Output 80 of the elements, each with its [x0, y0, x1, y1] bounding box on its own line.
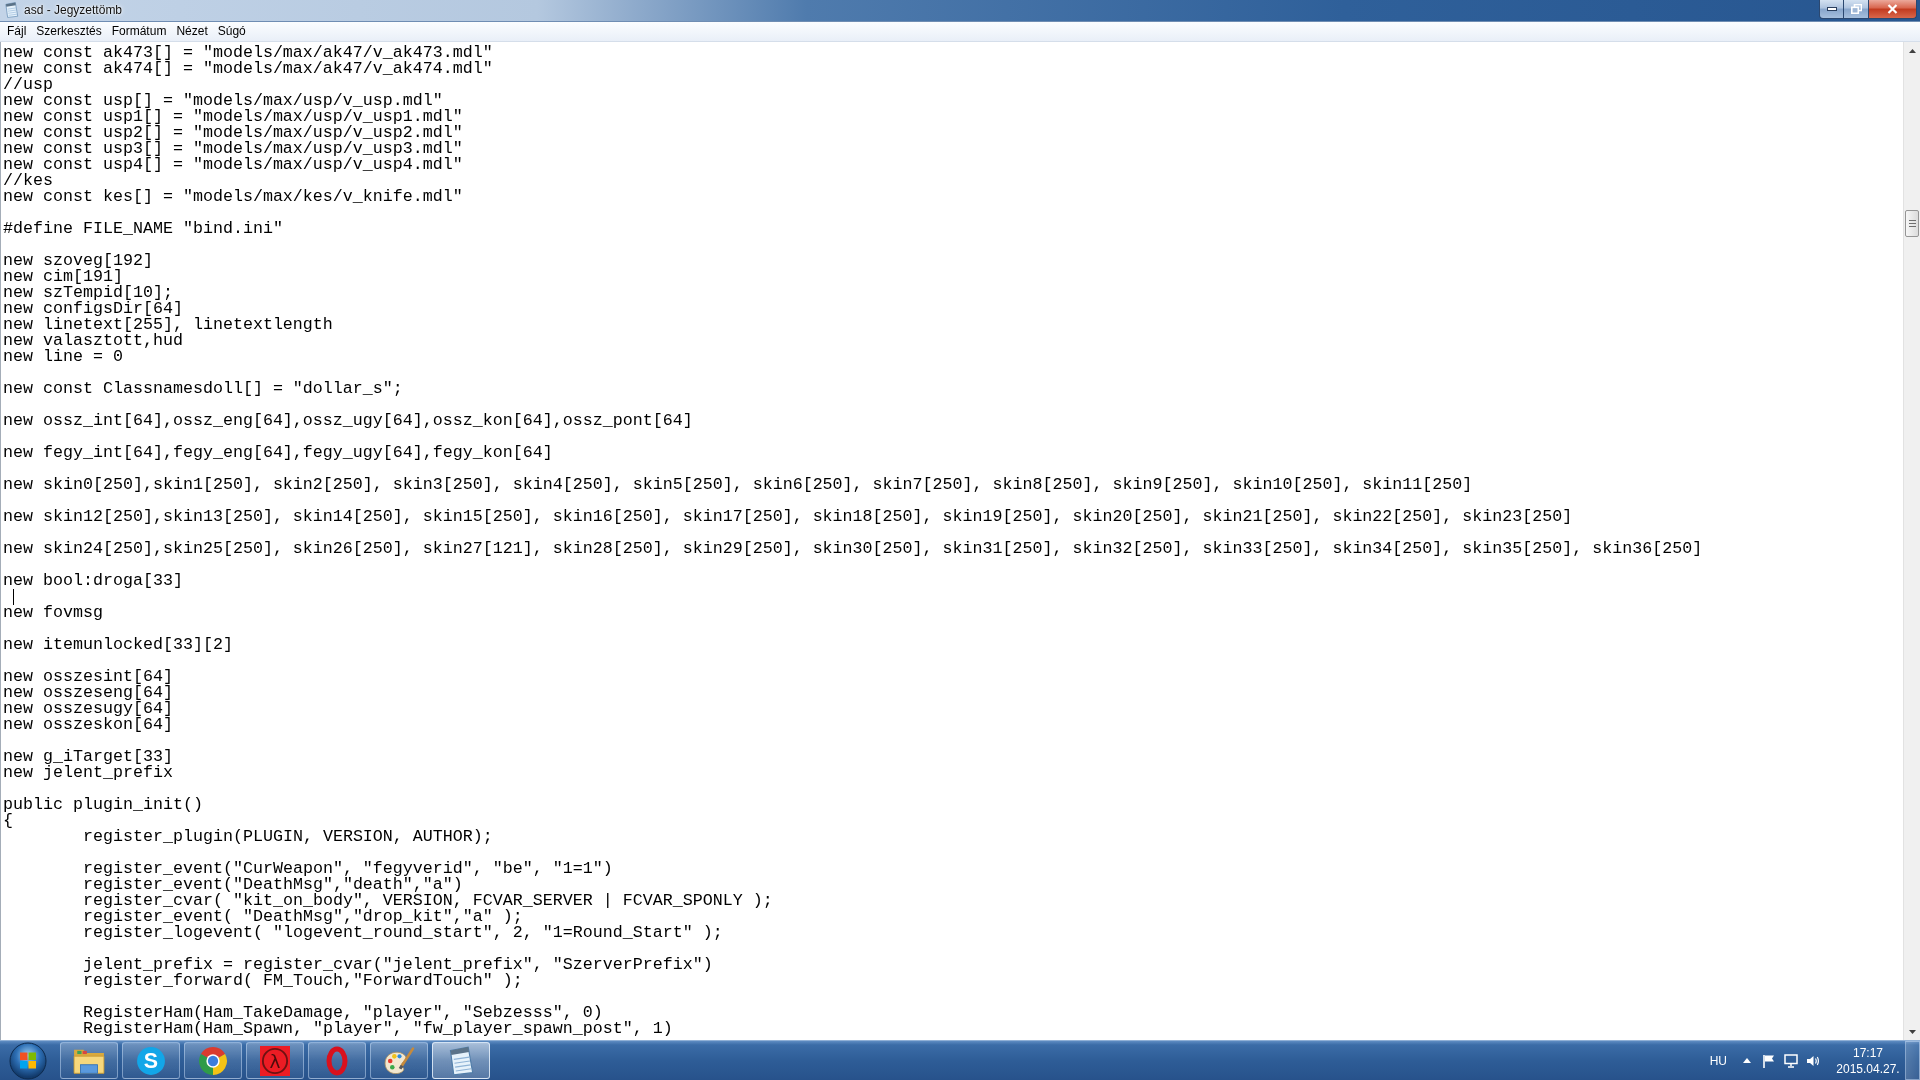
down-arrow-icon	[1908, 1029, 1916, 1034]
code-line: new valasztott,hud	[3, 333, 183, 349]
code-line: register_forward( FM_Touch,"ForwardTouch" );	[83, 973, 523, 989]
code-line: register_event("DeathMsg","death","a")	[83, 877, 463, 893]
code-line: new const usp2[] = "models/max/usp/v_usp2.mdl"	[3, 125, 463, 141]
menu-item[interactable]: Nézet	[171, 23, 213, 40]
taskbar-button[interactable]	[308, 1042, 366, 1079]
up-triangle-icon	[1743, 1058, 1751, 1063]
code-line: new ossz_int[64],ossz_eng[64],ossz_ugy[64],ossz_kon[64],ossz_pont[64]	[3, 413, 693, 429]
restore-button[interactable]	[1844, 0, 1869, 19]
code-line: //usp	[3, 77, 53, 93]
taskbar-button[interactable]	[184, 1042, 242, 1079]
code-line: register_event("CurWeapon", "fegyverid", "be", "1=1")	[83, 861, 613, 877]
code-line: new const usp1[] = "models/max/usp/v_usp1.mdl"	[3, 109, 463, 125]
code-line: new const ak473[] = "models/max/ak47/v_ak473.mdl"	[3, 45, 493, 61]
restore-icon	[1850, 4, 1862, 14]
code-line: new osszesugy[64]	[3, 701, 173, 717]
lambda-icon: λ	[259, 1045, 291, 1076]
code-line: new bool:droga[33]	[3, 573, 183, 589]
taskbar-button[interactable]	[432, 1042, 490, 1079]
network-button[interactable]	[1783, 1052, 1799, 1069]
network-monitor-icon	[1784, 1053, 1798, 1068]
code-line: new osszeskon[64]	[3, 717, 173, 733]
code-line: new osszesint[64]	[3, 669, 173, 685]
code-line: new fovmsg	[3, 605, 103, 621]
minimize-button[interactable]	[1819, 0, 1844, 19]
tricolor-circle-icon	[197, 1045, 229, 1076]
menu-item[interactable]: Súgó	[212, 23, 251, 40]
code-line: new szoveg[192]	[3, 253, 153, 269]
clock-button[interactable]: 17:17 2015.04.27.	[1833, 1044, 1903, 1077]
code-line: new g_iTarget[33]	[3, 749, 173, 765]
code-line: new jelent_prefix	[3, 765, 173, 781]
code-line: new skin12[250],skin13[250], skin14[250], skin15[250], skin16[250], skin17[250], skin18[250], skin19[250], skin20[250], skin21[250], skin22[250], skin23[250]	[3, 509, 1573, 525]
close-icon	[1887, 4, 1898, 14]
code-line: //kes	[3, 173, 53, 189]
speaker-icon	[1806, 1053, 1820, 1068]
code-line: new configsDir[64]	[3, 301, 183, 317]
flag-button[interactable]	[1761, 1052, 1777, 1069]
code-line: new const usp3[] = "models/max/usp/v_usp3.mdl"	[3, 141, 463, 157]
code-line: new const Classnamesdoll[] = "dollar_s";	[3, 381, 403, 397]
code-line: new const usp4[] = "models/max/usp/v_usp4.mdl"	[3, 157, 463, 173]
code-line: #define FILE_NAME "bind.ini"	[3, 221, 283, 237]
scrollbar-thumb[interactable]	[1905, 210, 1919, 237]
windows-orb-icon	[9, 1041, 47, 1080]
code-line: public plugin_init()	[3, 797, 203, 813]
close-button[interactable]	[1869, 0, 1917, 19]
code-line: register_event( "DeathMsg","drop_kit","a" );	[83, 909, 523, 925]
code-line: RegisterHam(Ham_Spawn, "player", "fw_player_spawn_post", 1)	[83, 1021, 673, 1037]
code-line: register_cvar( "kit_on_body", VERSION, FCVAR_SERVER | FCVAR_SPONLY );	[83, 893, 773, 909]
code-line: new const usp[] = "models/max/usp/v_usp.mdl"	[3, 93, 443, 109]
taskbar-button[interactable]	[370, 1042, 428, 1079]
menu-item[interactable]: Fájl	[2, 23, 32, 40]
code-line: new linetext[255], linetextlength	[3, 317, 333, 333]
text-cursor	[13, 589, 14, 605]
code-line: register_plugin(PLUGIN, VERSION, AUTHOR);	[83, 829, 493, 845]
notepad-icon	[4, 2, 19, 18]
code-line: new skin24[250],skin25[250], skin26[250], skin27[121], skin28[250], skin29[250], skin30[250], skin31[250], skin32[250], skin33[250], skin34[250], skin35[250], skin36[250]	[3, 541, 1703, 557]
code-line: new skin0[250],skin1[250], skin2[250], skin3[250], skin4[250], skin5[250], skin6[250], skin7[250], skin8[250], skin9[250], skin10[250], skin11[250]	[3, 477, 1473, 493]
code-line: new itemunlocked[33][2]	[3, 637, 233, 653]
code-line: register_logevent( "logevent_round_start", 2, "1=Round_Start" );	[83, 925, 723, 941]
code-line: new line = 0	[3, 349, 123, 365]
menu-item[interactable]: Szerkesztés	[31, 23, 107, 40]
taskbar-button[interactable]	[60, 1042, 118, 1079]
code-line: new const ak474[] = "models/max/ak47/v_ak474.mdl"	[3, 61, 493, 77]
flag-icon	[1762, 1053, 1776, 1068]
minimize-icon	[1826, 7, 1837, 11]
palette-icon	[383, 1045, 415, 1076]
code-line: RegisterHam(Ham_TakeDamage, "player", "Sebzesss", 0)	[83, 1005, 603, 1021]
menu-item[interactable]: Formátum	[106, 23, 172, 40]
code-line: {	[3, 813, 13, 829]
letter-s-logo-icon: S	[135, 1045, 167, 1076]
code-line: new fegy_int[64],fegy_eng[64],fegy_ugy[64],fegy_kon[64]	[3, 445, 553, 461]
code-line: jelent_prefix = register_cvar("jelent_prefix", "SzerverPrefix")	[83, 957, 713, 973]
code-line: new cim[191]	[3, 269, 123, 285]
code-line: new szTempid[10];	[3, 285, 173, 301]
language-indicator[interactable]: HU	[1705, 1053, 1731, 1068]
window-title: asd - Jegyzettömb	[24, 2, 123, 19]
up-arrow-icon	[1908, 48, 1916, 53]
code-line: new osszeseng[64]	[3, 685, 173, 701]
code-line: new const kes[] = "models/max/kes/v_knife.mdl"	[3, 189, 463, 205]
